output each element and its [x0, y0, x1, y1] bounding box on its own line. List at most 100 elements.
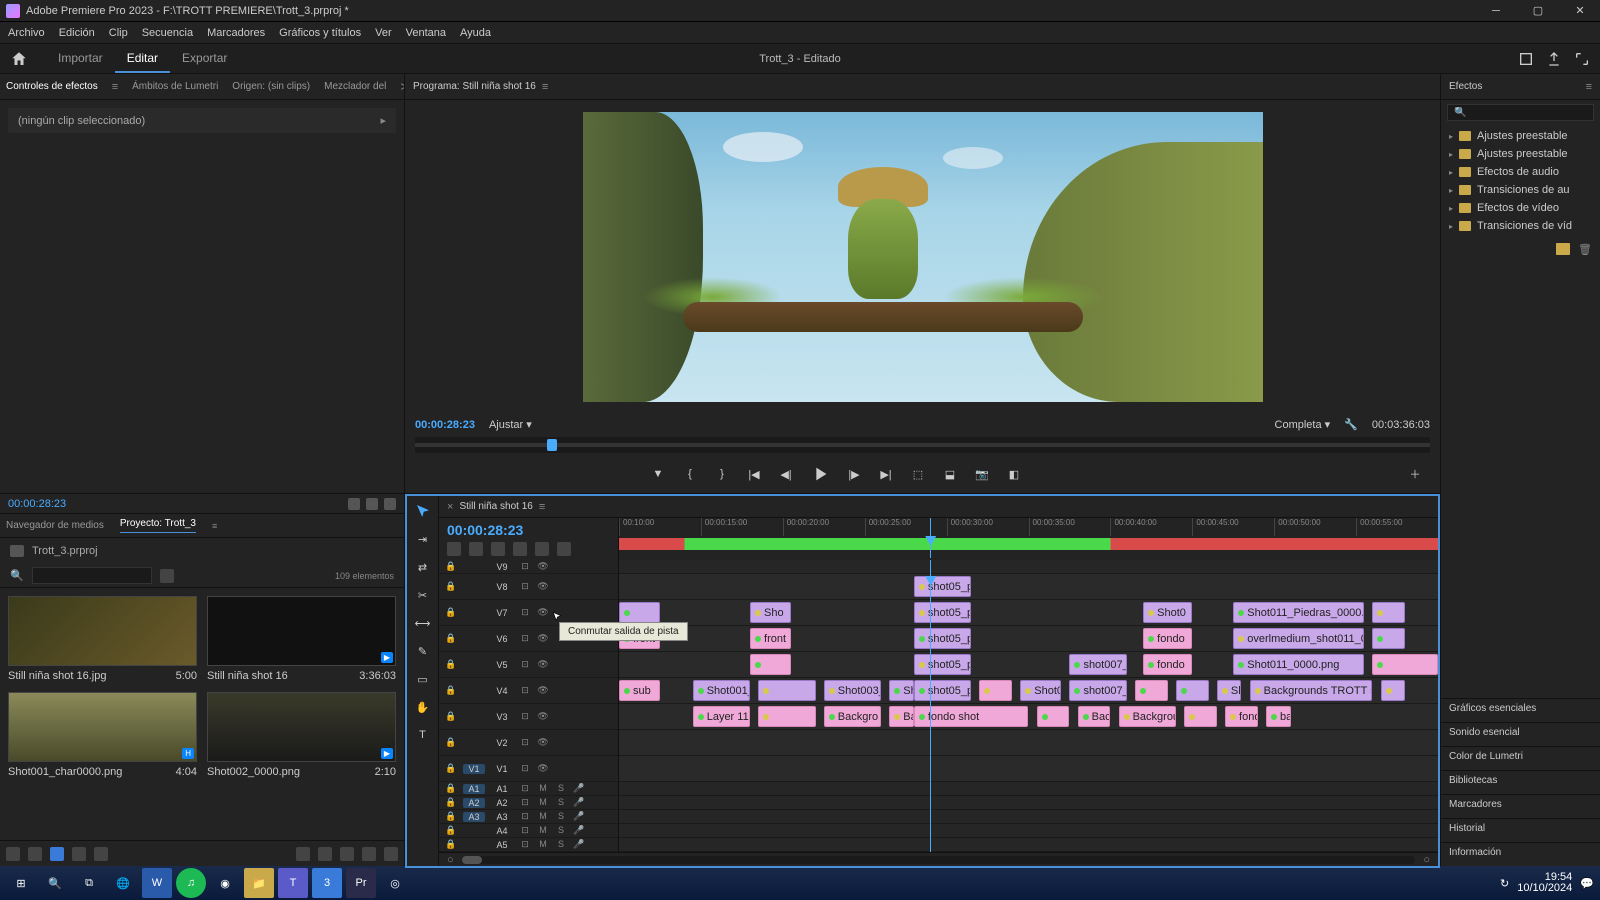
step-forward-icon[interactable]: |▶ — [845, 465, 863, 483]
audio-track-header[interactable]: 🔒A1A1⊡MS🎤 — [439, 782, 618, 796]
voiceover-icon[interactable]: 🎤 — [573, 811, 585, 823]
timeline-clip[interactable]: Shot001_vie — [693, 680, 750, 701]
nav-tab-editar[interactable]: Editar — [115, 45, 170, 73]
sync-lock-icon[interactable]: ⊡ — [519, 763, 531, 775]
timeline-clip[interactable]: Sho — [750, 602, 791, 623]
solo-button[interactable]: S — [555, 797, 567, 809]
sync-lock-icon[interactable]: ⊡ — [519, 783, 531, 795]
lock-icon[interactable]: 🔒 — [445, 737, 457, 749]
timeline-clip[interactable]: Shot0 — [1143, 602, 1192, 623]
audio-track-lane[interactable] — [619, 782, 1438, 796]
timeline-clip[interactable] — [758, 706, 815, 727]
zoom-fit-dropdown[interactable]: Ajustar ▾ — [489, 418, 532, 431]
lock-icon[interactable]: 🔒 — [445, 825, 457, 837]
toggle-output-icon[interactable]: 👁 — [537, 659, 549, 671]
step-back-icon[interactable]: ◀| — [777, 465, 795, 483]
linked-selection-icon[interactable] — [469, 542, 483, 556]
audio-track-header[interactable]: 🔒A4⊡MS🎤 — [439, 824, 618, 838]
effects-folder[interactable]: ▸Transiciones de au — [1441, 181, 1600, 199]
menu-ver[interactable]: Ver — [375, 27, 392, 39]
timeline-clip[interactable]: Shot003_ — [824, 680, 881, 701]
timeline-clip[interactable] — [750, 654, 791, 675]
effects-folder[interactable]: ▸Efectos de vídeo — [1441, 199, 1600, 217]
sync-lock-icon[interactable]: ⊡ — [519, 581, 531, 593]
freeform-view-icon[interactable] — [50, 847, 64, 861]
timeline-clip[interactable] — [1184, 706, 1217, 727]
timeline-clip[interactable]: bac — [1266, 706, 1291, 727]
nav-tab-exportar[interactable]: Exportar — [170, 45, 239, 73]
go-to-out-icon[interactable]: ▶| — [877, 465, 895, 483]
toggle-output-icon[interactable]: 👁 — [537, 737, 549, 749]
collapsed-panel[interactable]: Color de Lumetri — [1441, 746, 1600, 770]
rectangle-tool-icon[interactable]: ▭ — [414, 670, 432, 688]
timeline-zoom-scrollbar[interactable] — [462, 856, 1416, 864]
video-track-lane[interactable]: Sho shot05_pe Shot0 Shot011_Piedras_0000.pn… — [619, 600, 1438, 626]
menu-marcadores[interactable]: Marcadores — [207, 27, 265, 39]
menu-edición[interactable]: Edición — [59, 27, 95, 39]
work-area-bar[interactable] — [619, 538, 1438, 550]
toggle-output-icon[interactable]: 👁 — [537, 711, 549, 723]
new-bin-icon[interactable] — [1556, 243, 1570, 255]
selection-tool-icon[interactable] — [414, 502, 432, 520]
lock-icon[interactable]: 🔒 — [445, 607, 457, 619]
track-source-patch[interactable]: A1 — [463, 784, 485, 794]
lock-icon[interactable]: 🔒 — [445, 763, 457, 775]
wrench-icon[interactable]: 🔧 — [1344, 418, 1358, 431]
search-icon[interactable]: 🔍 — [40, 868, 70, 898]
lock-icon[interactable]: 🔒 — [445, 797, 457, 809]
timeline-clip[interactable]: shot05_pe — [914, 628, 971, 649]
automate-icon[interactable] — [94, 847, 108, 861]
voiceover-icon[interactable]: 🎤 — [573, 797, 585, 809]
menu-gráficos y títulos[interactable]: Gráficos y títulos — [279, 27, 361, 39]
mark-out-icon[interactable]: } — [713, 465, 731, 483]
collapsed-panel[interactable]: Sonido esencial — [1441, 722, 1600, 746]
toggle-output-icon[interactable]: 👁 — [537, 685, 549, 697]
mute-button[interactable]: M — [537, 811, 549, 823]
slip-tool-icon[interactable]: ⟷ — [414, 614, 432, 632]
zoom-slider-icon[interactable] — [296, 847, 310, 861]
timeline-clip[interactable] — [1037, 706, 1070, 727]
timeline-clip[interactable]: fondo — [1225, 706, 1258, 727]
video-track-header[interactable]: 🔒V1V1⊡👁 — [439, 756, 618, 782]
lock-icon[interactable]: 🔒 — [445, 839, 457, 851]
minimize-button[interactable]: ─ — [1482, 2, 1510, 20]
timeline-clip[interactable]: Layer 11 cop — [693, 706, 750, 727]
fullscreen-icon[interactable] — [1574, 51, 1590, 67]
lock-icon[interactable]: 🔒 — [445, 659, 457, 671]
timeline-clip[interactable]: Shot011_Piedras_0000.png — [1233, 602, 1364, 623]
lock-icon[interactable]: 🔒 — [445, 811, 457, 823]
lock-icon[interactable]: 🔒 — [445, 685, 457, 697]
ec-tab[interactable]: Controles de efectos — [6, 81, 98, 92]
spotify-icon[interactable]: ♫ — [176, 868, 206, 898]
sync-lock-icon[interactable]: ⊡ — [519, 659, 531, 671]
audio-track-header[interactable]: 🔒A2A2⊡MS🎤 — [439, 796, 618, 810]
sync-lock-icon[interactable]: ⊡ — [519, 737, 531, 749]
notifications-icon[interactable]: 💬 — [1580, 877, 1594, 890]
solo-button[interactable]: S — [555, 811, 567, 823]
timeline-clip[interactable]: Shot0 — [1020, 680, 1061, 701]
sync-icon[interactable]: ↻ — [1500, 877, 1509, 890]
solo-button[interactable]: S — [555, 825, 567, 837]
program-tab[interactable]: Programa: Still niña shot 16 — [413, 81, 536, 92]
timeline-clip[interactable]: sub — [619, 680, 660, 701]
media-thumbnail[interactable]: HShot001_char0000.png4:04 — [8, 692, 197, 778]
collapsed-panel[interactable]: Bibliotecas — [1441, 770, 1600, 794]
timeline-clip[interactable]: shot007_p — [1069, 680, 1126, 701]
zoom-in-handle[interactable]: ○ — [1423, 854, 1430, 866]
video-track-lane[interactable]: Layer 11 copBackgroBackgrofondo shotBack… — [619, 704, 1438, 730]
ec-tab[interactable]: Ámbitos de Lumetri — [132, 81, 218, 92]
timeline-clip[interactable]: shot05_pe — [914, 654, 971, 675]
program-viewer[interactable] — [583, 112, 1263, 402]
effects-folder[interactable]: ▸Ajustes preestable — [1441, 127, 1600, 145]
timeline-clip[interactable]: fondo — [1143, 628, 1192, 649]
effects-tab[interactable]: Efectos — [1449, 81, 1482, 92]
timeline-clip[interactable] — [1135, 680, 1168, 701]
video-track-lane[interactable]: frontfrontshot05_pefondooverlmedium_shot… — [619, 626, 1438, 652]
snap-icon[interactable] — [447, 542, 461, 556]
audio-track-lane[interactable] — [619, 796, 1438, 810]
toggle-output-icon[interactable]: 👁 — [537, 633, 549, 645]
play-button[interactable] — [809, 463, 831, 485]
timeline-clip[interactable]: Shot011_0000.png — [1233, 654, 1364, 675]
home-icon[interactable] — [10, 50, 28, 68]
timeline-clip[interactable]: shot05_pe — [914, 602, 971, 623]
